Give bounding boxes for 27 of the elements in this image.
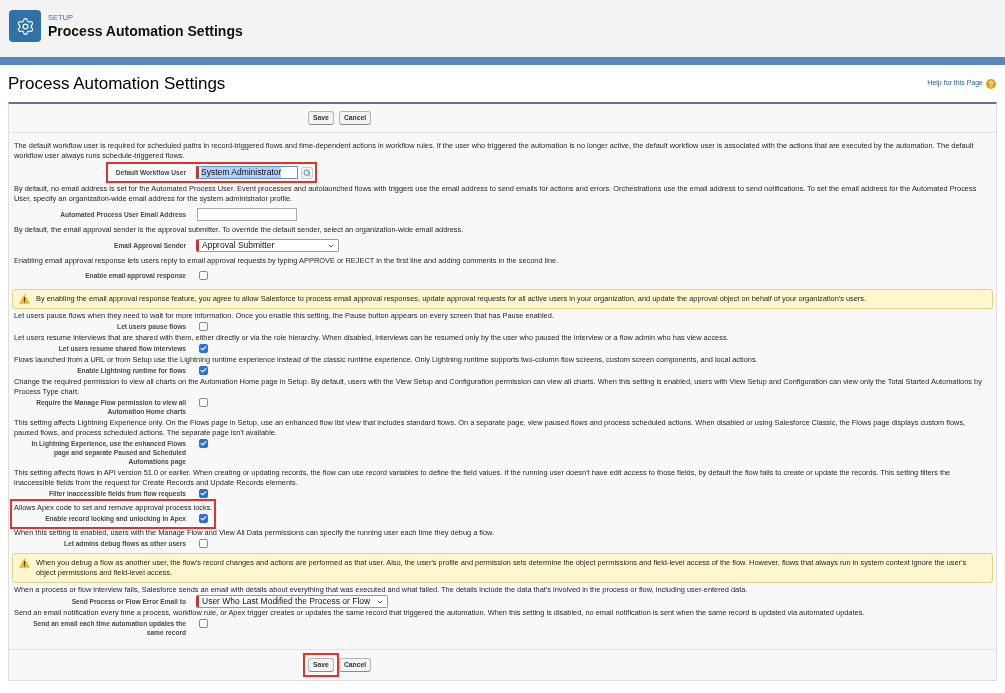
checkbox[interactable]	[199, 366, 208, 375]
search-icon	[303, 168, 311, 177]
checkmark-icon	[200, 345, 207, 352]
checkbox[interactable]	[199, 514, 208, 523]
checkbox[interactable]	[199, 619, 208, 628]
warning-icon	[19, 558, 30, 568]
checkmark-icon	[200, 515, 207, 522]
checkmark-icon	[200, 440, 207, 447]
lookup-field[interactable]: System Administrator	[196, 166, 298, 179]
checkbox[interactable]	[199, 322, 208, 331]
help-icon	[986, 78, 996, 89]
setup-title: Process Automation Settings	[48, 23, 243, 40]
checkbox[interactable]	[199, 539, 208, 548]
select-field[interactable]: Approval Submitter	[196, 239, 339, 252]
email-input-field[interactable]	[197, 208, 297, 221]
select-field[interactable]: User Who Last Modified the Process or Flow	[196, 595, 389, 608]
checkbox[interactable]	[199, 489, 208, 498]
checkmark-icon	[200, 490, 207, 497]
page-title: Process Automation Settings	[8, 73, 226, 94]
warning-icon	[19, 294, 30, 304]
checkbox[interactable]	[199, 271, 208, 280]
gear-icon	[9, 10, 41, 42]
lookup-button[interactable]	[301, 166, 313, 179]
checkbox[interactable]	[199, 439, 208, 448]
checkmark-icon	[200, 367, 207, 374]
checkbox[interactable]	[199, 344, 208, 353]
checkbox[interactable]	[199, 398, 208, 407]
